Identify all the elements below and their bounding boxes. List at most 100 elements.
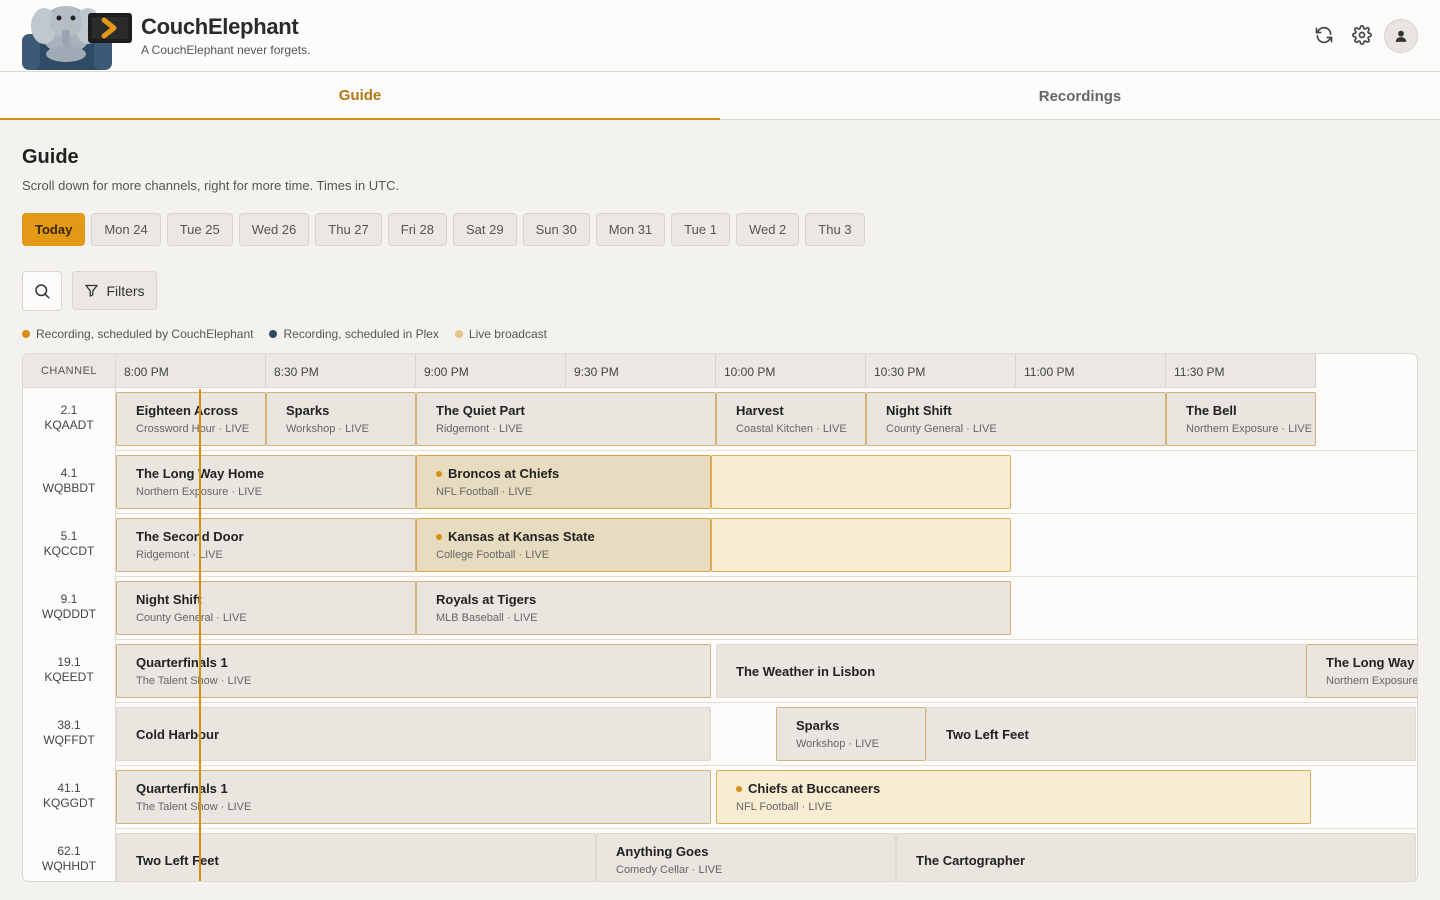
program-title: The Long Way Home [136,466,415,481]
day-pill[interactable]: Wed 26 [238,213,310,246]
channel-cell[interactable]: 38.1 WQFFDT [23,703,116,766]
program-subtitle: Comedy Cellar · LIVE [616,864,723,876]
channel-cell[interactable]: 2.1 KQAADT [23,388,116,451]
program-block[interactable]: The Long Way Home Northern Exposure · LIV… [1306,644,1417,698]
program-block[interactable] [711,455,1011,509]
channel-cell[interactable]: 19.1 KQEEDT [23,640,116,703]
day-selector: Today Mon 24 Tue 25 Wed 26 Thu 27 Fri 28 Sat 2… [22,213,865,246]
channel-number: 62.1 [57,844,81,858]
program-block[interactable]: Eighteen Across Crossword Hour · LIVE [116,392,266,446]
day-pill[interactable]: Fri 28 [387,213,447,246]
program-block[interactable]: Cold Harbour [116,707,711,761]
legend-item: Recording, scheduled by CouchElephant [22,327,253,341]
program-subtitle: Northern Exposure · LIVE [1186,423,1312,435]
channel-row: 19.1 KQEEDT Quarterfinals 1 The Talent Show… [23,640,1417,703]
time-slot-header: 9:00 PM [416,354,566,388]
program-block[interactable]: Night Shift County General · LIVE [116,581,416,635]
program-block[interactable]: Two Left Feet [926,707,1416,761]
user-avatar[interactable] [1384,19,1418,53]
program-title-text: Sparks [286,403,330,418]
program-block[interactable]: Night Shift County General · LIVE [866,392,1166,446]
program-title-text: The Cartographer [916,853,1026,868]
channel-cell[interactable]: 9.1 WQDDDT [23,577,116,640]
refresh-icon[interactable] [1311,22,1337,48]
day-pill[interactable]: Wed 2 [735,213,800,246]
program-block[interactable]: Broncos at Chiefs NFL Football · LIVE [416,455,711,509]
day-pill[interactable]: Sun 30 [522,213,590,246]
channel-cell[interactable]: 62.1 WQHHDT [23,829,116,881]
program-block[interactable] [711,518,1011,572]
program-block[interactable]: Chiefs at Buccaneers NFL Football · LIVE [716,770,1311,824]
time-slot-header: 8:30 PM [266,354,416,388]
program-block[interactable]: The Weather in Lisbon [716,644,1306,698]
program-block[interactable]: The Long Way Home Northern Exposure · LIV… [116,455,416,509]
tab-guide[interactable]: Guide [0,72,720,120]
program-block[interactable]: The Bell Northern Exposure · LIVE [1166,392,1316,446]
program-subtitle: NFL Football · LIVE [736,801,833,813]
day-pill[interactable]: Mon 31 [595,213,666,246]
program-title-text: Anything Goes [616,844,709,859]
search-icon [35,284,50,299]
program-block[interactable]: Quarterfinals 1 The Talent Show · LIVE [116,770,711,824]
brand-name: CouchElephant [141,14,299,39]
program-block[interactable]: The Cartographer [896,833,1416,881]
legend-label: Recording, scheduled in Plex [283,327,439,341]
day-pill[interactable]: Today [22,213,86,246]
program-title-text: Harvest [736,403,784,418]
filters-button[interactable]: Filters [72,271,157,310]
channel-row: 38.1 WQFFDT Cold Harbour Sparks Workshop · L… [23,703,1417,766]
channel-callsign: KQGGDT [42,796,95,810]
program-title-text: Quarterfinals 1 [136,655,228,670]
program-title-text: The Long Way Home [1326,655,1417,670]
program-title: Anything Goes [616,844,895,859]
program-subtitle: College Football · LIVE [436,549,550,561]
program-title: The Bell [1186,403,1315,418]
program-block[interactable]: The Quiet Part Ridgemont · LIVE [416,392,716,446]
channel-column-header: CHANNEL [23,354,116,388]
program-block[interactable]: Kansas at Kansas State College Football ·… [416,518,711,572]
program-subtitle: NFL Football · LIVE [436,486,533,498]
channel-row: 41.1 KQGGDT Quarterfinals 1 The Talent Show… [23,766,1417,829]
day-pill[interactable]: Mon 24 [91,213,161,246]
program-title: The Second Door [136,529,415,544]
app-header: CouchElephant A CouchElephant never forg… [0,0,1440,72]
time-slot-header: 10:30 PM [866,354,1016,388]
day-pill[interactable]: Tue 25 [166,213,233,246]
channel-cell[interactable]: 41.1 KQGGDT [23,766,116,829]
search-button[interactable] [22,271,62,311]
day-pill[interactable]: Sat 29 [453,213,517,246]
program-block[interactable]: The Second Door Ridgemont · LIVE [116,518,416,572]
program-block[interactable]: Sparks Workshop · LIVE [266,392,416,446]
brand: CouchElephant A CouchElephant never forg… [141,14,310,57]
channel-callsign: WQFFDT [43,733,95,747]
day-pill[interactable]: Thu 27 [315,213,382,246]
program-title-text: Night Shift [136,592,202,607]
program-subtitle: Northern Exposure · LIVE [136,486,262,498]
program-title: Broncos at Chiefs [436,466,710,481]
program-subtitle: Ridgemont · LIVE [136,549,223,561]
channel-cell[interactable]: 5.1 KQCCDT [23,514,116,577]
time-slot-header: 9:30 PM [566,354,716,388]
program-block[interactable]: Harvest Coastal Kitchen · LIVE [716,392,866,446]
gear-icon[interactable] [1349,22,1375,48]
channel-callsign: KQCCDT [43,544,95,558]
program-title-text: Cold Harbour [136,727,220,742]
program-title: Royals at Tigers [436,592,1010,607]
program-subtitle: Workshop · LIVE [796,738,879,750]
program-block[interactable]: Sparks Workshop · LIVE [776,707,926,761]
program-block[interactable]: Two Left Feet [116,833,596,881]
channel-number: 4.1 [60,466,78,480]
recording-dot-icon [436,470,442,477]
tab-recordings[interactable]: Recordings [720,72,1440,120]
program-title: Quarterfinals 1 [136,781,710,796]
program-block[interactable]: Anything Goes Comedy Cellar · LIVE [596,833,896,881]
day-pill[interactable]: Tue 1 [671,213,730,246]
program-block[interactable]: Quarterfinals 1 The Talent Show · LIVE [116,644,711,698]
time-header-row: CHANNEL 8:00 PM 8:30 PM 9:00 PM 9:30 PM 10:0… [23,354,1417,388]
day-pill[interactable]: Thu 3 [805,213,865,246]
program-title-text: Two Left Feet [136,853,219,868]
program-block[interactable]: Royals at Tigers MLB Baseball · LIVE [416,581,1011,635]
channel-cell[interactable]: 4.1 WQBBDT [23,451,116,514]
channel-number: 41.1 [57,781,81,795]
program-title-text: Broncos at Chiefs [448,466,560,481]
